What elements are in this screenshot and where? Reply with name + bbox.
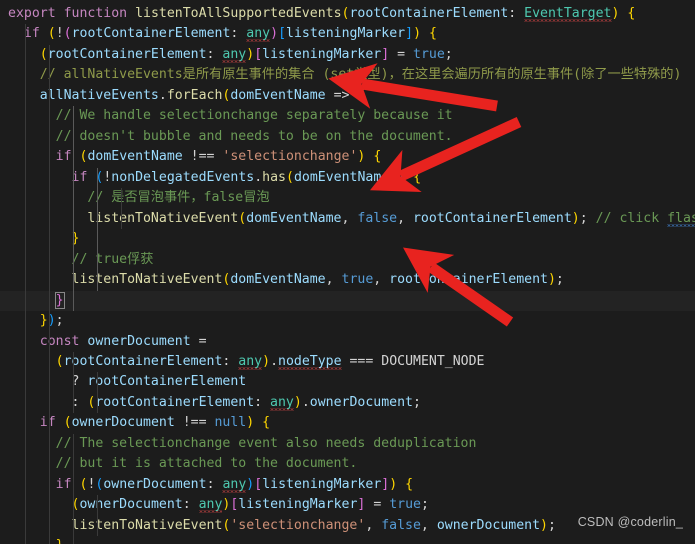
code-line[interactable]: export function listenToAllSupportedEven…: [0, 4, 695, 24]
code-line[interactable]: }: [0, 536, 695, 544]
code-line[interactable]: ? rootContainerElement: [0, 372, 695, 393]
code-line[interactable]: if (ownerDocument !== null) {: [0, 413, 695, 434]
token-param: rootContainerElement: [349, 6, 509, 21]
code-line[interactable]: const ownerDocument =: [0, 331, 695, 352]
token-keyword: export: [8, 6, 56, 21]
csdn-watermark: CSDN @coderlin_: [577, 514, 683, 529]
code-line[interactable]: });: [0, 311, 695, 332]
code-line[interactable]: if (!(ownerDocument: any)[listeningMarke…: [0, 474, 695, 496]
code-line[interactable]: // 是否冒泡事件，false冒泡: [0, 188, 695, 209]
code-line-highlighted[interactable]: }: [0, 290, 695, 312]
token-comment: // We handle selectionchange separately …: [55, 108, 453, 124]
code-line[interactable]: // doesn't bubble and needs to be on the…: [0, 126, 695, 148]
code-line[interactable]: allNativeEvents.forEach(domEventName => …: [0, 85, 695, 107]
token-comment-cn: // true俘获: [71, 251, 154, 267]
token-comment-cn: // allNativeEvents是所有原生事件的集合 (set类型)，在这里…: [39, 67, 682, 83]
code-line[interactable]: // The selectionchange event also needs …: [0, 433, 695, 455]
code-line[interactable]: (rootContainerElement: any).nodeType ===…: [0, 351, 695, 373]
code-editor-screenshot: export function listenToAllSupportedEven…: [0, 0, 695, 544]
code-line[interactable]: }: [0, 229, 695, 250]
code-line[interactable]: // allNativeEvents是所有原生事件的集合 (set类型)，在这里…: [0, 65, 695, 86]
code-line[interactable]: : (rootContainerElement: any).ownerDocum…: [0, 392, 695, 414]
code-line[interactable]: if (!(rootContainerElement: any)[listeni…: [0, 24, 695, 45]
code-line[interactable]: listenToNativeEvent(domEventName, true, …: [0, 270, 695, 291]
code-line[interactable]: listenToNativeEvent(domEventName, false,…: [0, 208, 695, 230]
token-string: 'selectionchange': [222, 149, 358, 165]
token-keyword: function: [63, 6, 128, 21]
code-line[interactable]: // We handle selectionchange separately …: [0, 106, 695, 127]
bracket-match-indicator: }: [54, 291, 65, 309]
code-line[interactable]: (rootContainerElement: any)[listeningMar…: [0, 44, 695, 66]
code-line[interactable]: if (domEventName !== 'selectionchange') …: [0, 147, 695, 168]
token-comment: // but it is attached to the document.: [55, 456, 358, 472]
token-comment: // The selectionchange event also needs …: [55, 435, 477, 451]
code-editor-surface[interactable]: export function listenToAllSupportedEven…: [0, 0, 695, 544]
code-line[interactable]: // true俘获: [0, 249, 695, 271]
token-comment: // doesn't bubble and needs to be on the…: [55, 128, 453, 144]
token-type: EventTarget: [524, 6, 612, 21]
token-function-name: listenToAllSupportedEvents: [135, 6, 342, 21]
code-line[interactable]: // but it is attached to the document.: [0, 454, 695, 475]
code-line[interactable]: if (!nonDelegatedEvents.has(domEventName…: [0, 167, 695, 189]
token-comment-cn: // 是否冒泡事件，false冒泡: [87, 190, 270, 206]
